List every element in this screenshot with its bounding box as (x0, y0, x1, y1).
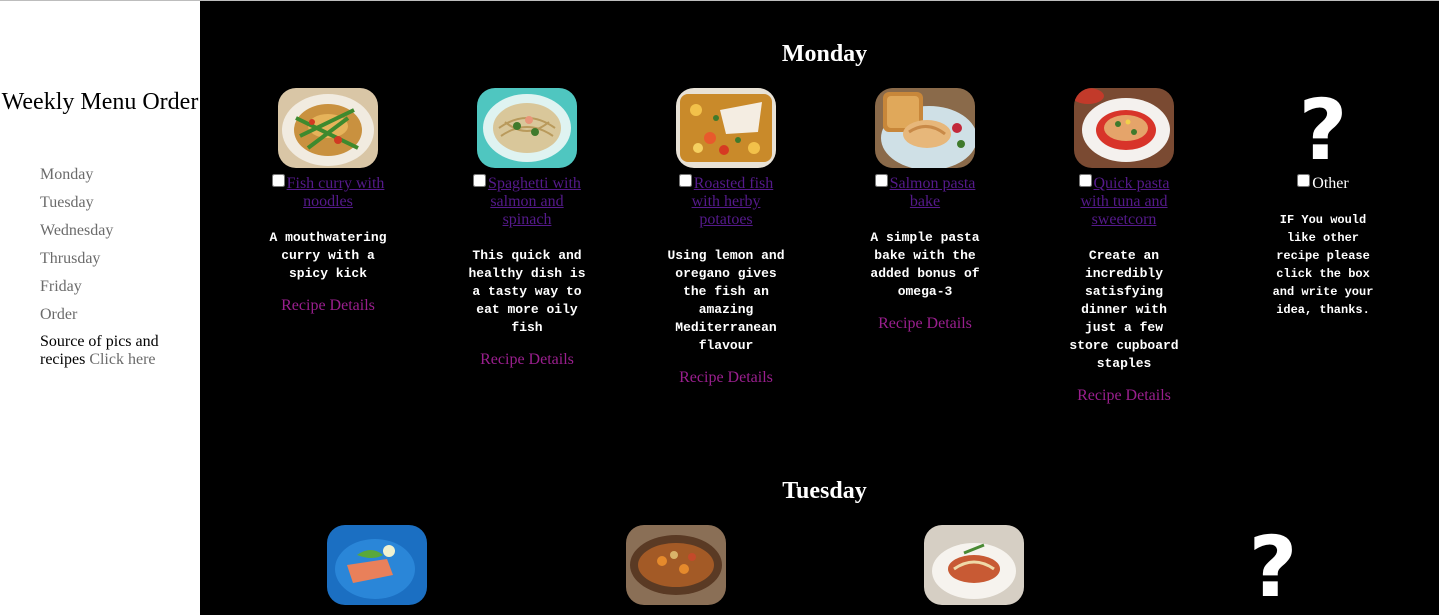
recipe-details-link[interactable]: Recipe Details (467, 351, 587, 369)
noodle-bowl-image (924, 525, 1024, 605)
nav-wednesday[interactable]: Wednesday (40, 221, 190, 249)
dish-link[interactable]: Salmon pasta bake (890, 175, 976, 210)
question-mark-icon: ? (1248, 518, 1298, 615)
dish-description: This quick and healthy dish is a tasty w… (468, 248, 586, 335)
source-link[interactable]: Click here (89, 351, 155, 368)
dish-select: Fish curry with noodles (268, 174, 388, 211)
nav-tuesday[interactable]: Tuesday (40, 193, 190, 221)
other-checkbox[interactable] (1297, 174, 1311, 187)
roasted-fish-image (676, 88, 776, 168)
dish-description: A mouthwatering curry with a spicy kick (269, 230, 387, 281)
dish-card: Salmon pasta bake A simple pasta bake wi… (865, 88, 985, 333)
nav-friday[interactable]: Friday (40, 277, 190, 305)
dish-select: Spaghetti with salmon and spinach (467, 174, 587, 229)
dish-description: Using lemon and oregano gives the fish a… (667, 248, 785, 353)
tuesday-heading: Tuesday (782, 478, 867, 504)
dish-link[interactable]: Roasted fish with herby potatoes (692, 175, 774, 228)
dish-link[interactable]: Spaghetti with salmon and spinach (488, 175, 581, 228)
dish-description: A simple pasta bake with the added bonus… (870, 230, 980, 299)
menu-area: Monday Fish curry with noodles A mouthwa… (200, 1, 1439, 615)
dish-checkbox[interactable] (271, 174, 285, 187)
nav-monday[interactable]: Monday (40, 165, 190, 193)
other-label: Other (1312, 175, 1349, 192)
dish-link[interactable]: Fish curry with noodles (287, 175, 385, 210)
question-mark-icon: ? (1298, 81, 1348, 179)
other-description: IF You would like other recipe please cl… (1272, 213, 1374, 317)
dish-card: Roasted fish with herby potatoes Using l… (666, 88, 786, 387)
monday-heading: Monday (781, 41, 868, 67)
spaghetti-salmon-image (477, 88, 577, 168)
recipe-details-link[interactable]: Recipe Details (666, 369, 786, 387)
other-card: ? Other IF You would like other recipe p… (1263, 88, 1383, 319)
sidebar: Weekly Menu Order Monday Tuesday Wednesd… (0, 1, 200, 615)
tuna-pasta-image (1074, 88, 1174, 168)
nav-order[interactable]: Order (40, 305, 190, 333)
other-select: Other (1263, 174, 1383, 193)
nav-thursday[interactable]: Thrusday (40, 249, 190, 277)
dish-card: Fish curry with noodles A mouthwatering … (268, 88, 388, 315)
sidebar-title: Weekly Menu Order (1, 89, 199, 115)
dish-card (317, 525, 437, 605)
recipe-details-link[interactable]: Recipe Details (1064, 387, 1184, 405)
recipe-details-link[interactable]: Recipe Details (268, 297, 388, 315)
dish-select: Quick pasta with tuna and sweetcorn (1064, 174, 1184, 229)
dish-checkbox[interactable] (678, 174, 692, 187)
dish-card (616, 525, 736, 605)
day-nav: Monday Tuesday Wednesday Thrusday Friday… (40, 165, 190, 369)
dish-card: Quick pasta with tuna and sweetcorn Crea… (1064, 88, 1184, 405)
salmon-pasta-bake-image (875, 88, 975, 168)
stew-image (626, 525, 726, 605)
recipe-details-link[interactable]: Recipe Details (865, 315, 985, 333)
dish-checkbox[interactable] (874, 174, 888, 187)
dish-description: Create an incredibly satisfying dinner w… (1069, 248, 1179, 371)
dish-link[interactable]: Quick pasta with tuna and sweetcorn (1080, 175, 1169, 228)
dish-select: Salmon pasta bake (865, 174, 985, 211)
fish-curry-image (278, 88, 378, 168)
salmon-plate-image (327, 525, 427, 605)
dish-checkbox[interactable] (1078, 174, 1092, 187)
dish-card: Spaghetti with salmon and spinach This q… (467, 88, 587, 369)
other-card: ? (1213, 518, 1333, 615)
dish-card (914, 525, 1034, 605)
source-note: Source of pics and recipes Click here (40, 333, 180, 369)
dish-checkbox[interactable] (473, 174, 487, 187)
dish-select: Roasted fish with herby potatoes (666, 174, 786, 229)
